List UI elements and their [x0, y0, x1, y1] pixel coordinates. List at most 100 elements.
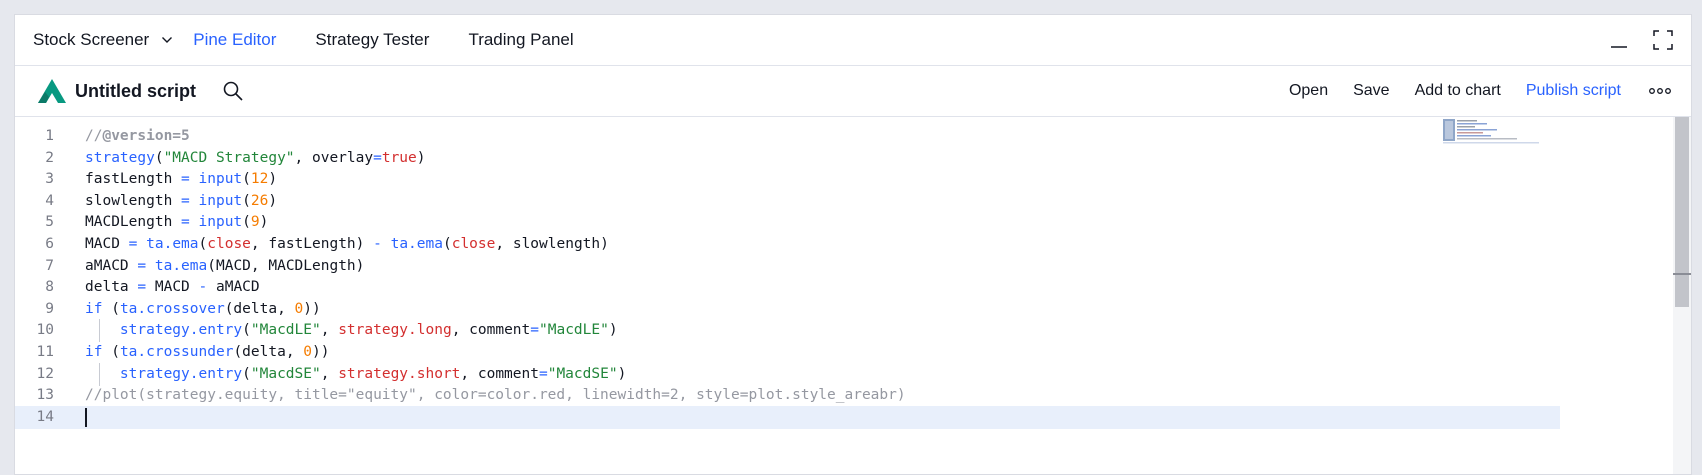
- code-editor[interactable]: 1 //@version=5 2 strategy("MACD Strategy", …: [15, 117, 1691, 474]
- script-title[interactable]: Untitled script: [75, 81, 196, 102]
- code-text[interactable]: delta = MACD - aMACD: [85, 276, 260, 299]
- publish-script-button[interactable]: Publish script: [1526, 82, 1621, 100]
- code-text[interactable]: //plot(strategy.equity, title="equity", …: [85, 384, 906, 407]
- code-token: -: [373, 236, 382, 252]
- code-line[interactable]: 14: [15, 405, 1560, 429]
- code-token: =: [181, 214, 190, 231]
- code-text[interactable]: strategy("MACD Strategy", overlay=true): [85, 147, 426, 170]
- add-to-chart-button[interactable]: Add to chart: [1415, 82, 1501, 100]
- code-line[interactable]: 8 delta = MACD - aMACD: [15, 276, 1560, 299]
- code-token: , overlay: [294, 149, 374, 166]
- code-line[interactable]: 10 strategy.entry("MacdLE", strategy.lon…: [15, 319, 1560, 343]
- code-token: if: [85, 300, 103, 317]
- code-token: (: [198, 236, 208, 252]
- code-token: (: [154, 149, 164, 166]
- code-token: =: [538, 365, 548, 382]
- chevron-down-icon[interactable]: [161, 36, 173, 44]
- line-number: 6: [45, 236, 54, 252]
- code-line[interactable]: 1 //@version=5: [15, 125, 1560, 148]
- line-number: 5: [45, 214, 54, 231]
- code-line[interactable]: 3 fastLength = input(12): [15, 168, 1560, 191]
- code-line[interactable]: 7 aMACD = ta.ema(MACD, MACDLength): [15, 255, 1560, 278]
- panel-window-controls: [1607, 15, 1675, 65]
- code-token: =: [137, 257, 147, 274]
- code-token: "MacdSE": [547, 365, 618, 382]
- code-text[interactable]: slowlength = input(26): [85, 190, 277, 213]
- minimize-icon[interactable]: [1607, 28, 1631, 52]
- tab-pine-editor-label: Pine Editor: [193, 30, 277, 49]
- code-token: (: [242, 214, 251, 231]
- code-line[interactable]: 13 //plot(strategy.equity, title="equity"…: [15, 384, 1560, 407]
- line-number: 1: [45, 128, 54, 144]
- code-token: =: [181, 192, 190, 209]
- code-token: ,: [320, 322, 339, 339]
- code-token: 0: [294, 300, 304, 317]
- code-token: MACD: [146, 279, 199, 296]
- code-token: 26: [250, 192, 269, 209]
- code-token: strategy: [85, 149, 155, 166]
- code-line[interactable]: 12 strategy.entry("MacdSE", strategy.sho…: [15, 362, 1560, 386]
- code-line[interactable]: 11 if (ta.crossunder(delta, 0)): [15, 341, 1560, 364]
- code-token: 9: [250, 214, 260, 231]
- save-button[interactable]: Save: [1353, 82, 1389, 100]
- code-token: close: [451, 236, 496, 252]
- code-token: (delta,: [233, 344, 304, 360]
- code-text[interactable]: fastLength = input(12): [85, 168, 277, 191]
- code-token: "MacdLE": [539, 322, 609, 339]
- code-token: ta.ema: [390, 236, 443, 252]
- line-number: 4: [45, 192, 54, 209]
- code-token: //plot(strategy.equity, title="equity", …: [85, 387, 906, 404]
- code-text[interactable]: strategy.entry("MacdLE", strategy.long, …: [85, 319, 618, 342]
- code-text[interactable]: MACD = ta.ema(close, fastLength) - ta.em…: [85, 233, 609, 256]
- code-token: , slowlength): [495, 236, 609, 252]
- line-number: 11: [36, 344, 54, 360]
- code-text[interactable]: if (ta.crossover(delta, 0)): [85, 298, 321, 321]
- pine-logo-icon: [37, 78, 67, 104]
- code-line[interactable]: 6 MACD = ta.ema(close, fastLength) - ta.e…: [15, 233, 1560, 256]
- tab-trading-panel[interactable]: Trading Panel: [468, 15, 573, 65]
- code-token: =: [530, 322, 539, 339]
- search-icon[interactable]: [220, 78, 246, 104]
- tab-stock-screener-label: Stock Screener: [33, 30, 150, 49]
- code-text[interactable]: if (ta.crossunder(delta, 0)): [85, 341, 329, 364]
- code-text[interactable]: //@version=5: [85, 125, 190, 148]
- code-token: ): [268, 192, 278, 209]
- code-line[interactable]: 9 if (ta.crossover(delta, 0)): [15, 298, 1560, 321]
- code-token: (: [242, 171, 251, 188]
- code-token: true: [381, 149, 417, 166]
- tab-pine-editor[interactable]: Pine Editor: [193, 15, 276, 65]
- code-text[interactable]: MACDLength = input(9): [85, 211, 268, 234]
- code-line[interactable]: 2 strategy("MACD Strategy", overlay=true): [15, 147, 1560, 170]
- code-token: close: [207, 236, 251, 252]
- tab-stock-screener[interactable]: Stock Screener: [33, 15, 173, 65]
- line-number: 7: [45, 257, 54, 274]
- code-token: strategy.entry: [119, 365, 243, 382]
- code-line[interactable]: 4 slowlength = input(26): [15, 190, 1560, 213]
- tab-trading-panel-label: Trading Panel: [468, 30, 574, 49]
- editor-scrollbar-thumb[interactable]: [1675, 117, 1689, 307]
- line-number: 9: [45, 300, 54, 317]
- code-token: ): [416, 149, 426, 166]
- code-token: ): [617, 365, 627, 382]
- code-token: 0: [303, 344, 313, 360]
- editor-toolbar: Untitled script Open Save Add to chart P…: [15, 66, 1691, 117]
- open-button[interactable]: Open: [1289, 82, 1328, 100]
- editor-scrollbar[interactable]: [1673, 117, 1691, 474]
- code-token: "MacdLE": [250, 322, 321, 339]
- code-line[interactable]: 5 MACDLength = input(9): [15, 211, 1560, 234]
- tab-strategy-tester[interactable]: Strategy Tester: [315, 15, 429, 65]
- code-token: =: [137, 279, 147, 296]
- more-dots-icon[interactable]: [1649, 87, 1671, 95]
- code-text[interactable]: aMACD = ta.ema(MACD, MACDLength): [85, 255, 364, 278]
- code-token: fastLength: [85, 171, 182, 188]
- maximize-icon[interactable]: [1651, 28, 1675, 52]
- code-text[interactable]: strategy.entry("MacdSE", strategy.short,…: [85, 363, 626, 386]
- code-token: aMACD: [207, 279, 260, 296]
- code-token: ): [259, 214, 269, 231]
